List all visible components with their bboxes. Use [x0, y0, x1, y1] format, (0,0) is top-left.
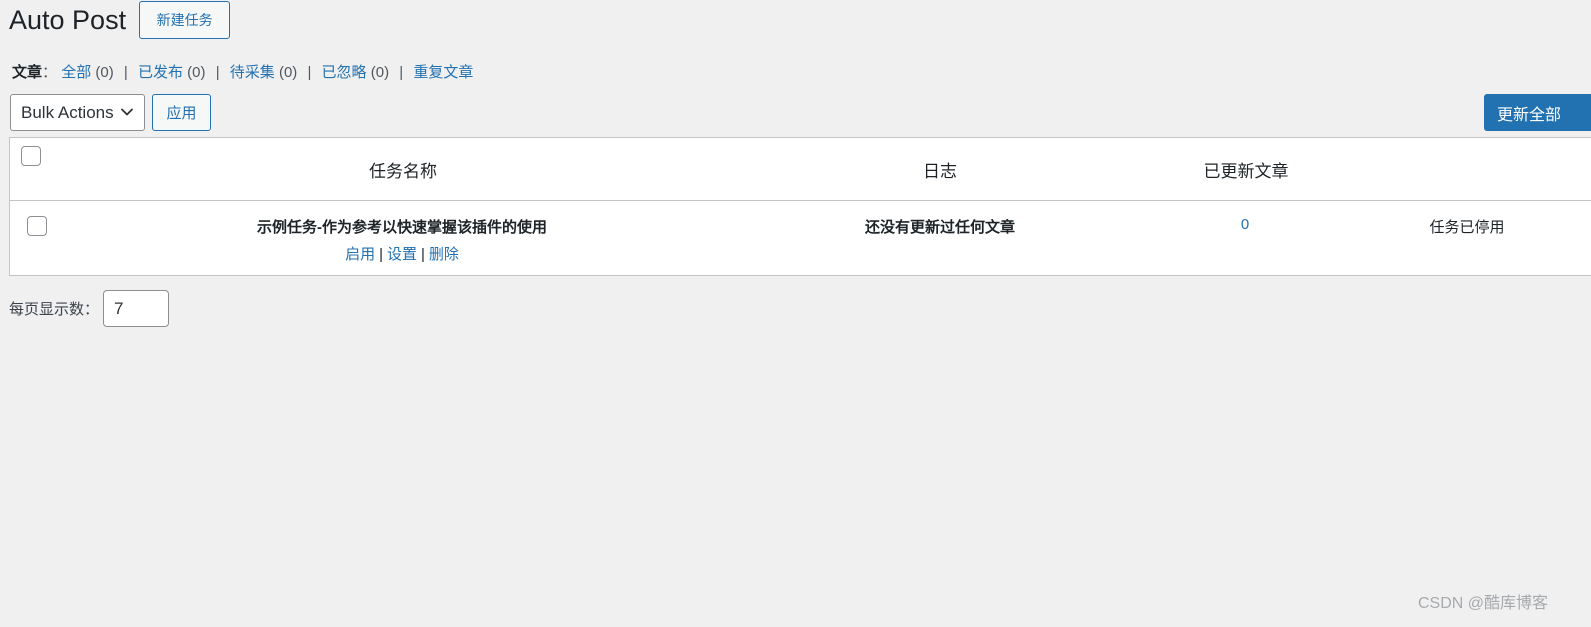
filter-separator: | — [215, 64, 220, 81]
column-header-log: 日志 — [923, 162, 957, 181]
task-status: 任务已停用 — [1429, 219, 1505, 236]
per-page-label: 每页显示数： — [9, 301, 100, 318]
row-checkbox[interactable] — [27, 216, 47, 236]
delete-link[interactable]: 删除 — [429, 246, 459, 263]
filter-published-link[interactable]: 已发布 — [138, 64, 183, 81]
page-header: Auto Post 新建任务 — [9, 1, 231, 39]
filter-separator: | — [399, 64, 404, 81]
filter-published-count: (0) — [187, 64, 206, 81]
filter-all-link[interactable]: 全部 — [61, 64, 91, 81]
filter-all-count: (0) — [95, 64, 114, 81]
action-separator: | — [421, 246, 425, 263]
chevron-down-icon — [121, 108, 133, 116]
filters-label: 文章 — [12, 64, 43, 81]
auto-post-page: Auto Post 新建任务 文章： 全部 (0) | 已发布 (0) | 待采… — [0, 0, 1591, 627]
column-header-task-name: 任务名称 — [369, 162, 437, 181]
post-status-filters: 文章： 全部 (0) | 已发布 (0) | 待采集 (0) | 已忽略 (0)… — [12, 62, 473, 84]
per-page-input[interactable]: 7 — [103, 290, 170, 327]
filters-colon: ： — [42, 64, 58, 81]
filter-pending-count: (0) — [278, 64, 298, 81]
watermark: CSDN @酷库博客 — [1418, 595, 1549, 612]
filter-ignored-count: (0) — [370, 64, 390, 81]
page-title: Auto Post — [9, 5, 127, 35]
filter-separator: | — [307, 64, 312, 81]
filter-ignored-link[interactable]: 已忽略 — [322, 64, 367, 81]
filter-pending-link[interactable]: 待采集 — [230, 64, 275, 81]
select-all-checkbox[interactable] — [21, 146, 41, 166]
apply-button[interactable]: 应用 — [152, 94, 211, 131]
bulk-actions-select[interactable]: Bulk Actions — [10, 94, 145, 131]
column-header-updated-posts: 已更新文章 — [1203, 162, 1289, 181]
enable-link[interactable]: 启用 — [345, 246, 375, 263]
task-name: 示例任务-作为参考以快速掌握该插件的使用 — [257, 219, 547, 236]
settings-link[interactable]: 设置 — [387, 246, 417, 263]
log-text: 还没有更新过任何文章 — [864, 219, 1016, 236]
row-actions: 启用 | 设置 | 删除 — [345, 243, 459, 264]
tasks-table: 任务名称 日志 已更新文章 示例任务-作为参考以快速掌握该插件的使用 启用 | 设置… — [9, 137, 1591, 276]
action-separator: | — [379, 246, 383, 263]
table-header-row: 任务名称 日志 已更新文章 — [10, 138, 1591, 201]
filter-duplicate-link[interactable]: 重复文章 — [413, 64, 473, 81]
bulk-actions-value: Bulk Actions — [21, 102, 114, 122]
update-all-button[interactable]: 更新全部 — [1484, 94, 1591, 131]
updated-posts-count[interactable]: 0 — [1241, 216, 1249, 233]
new-task-button[interactable]: 新建任务 — [139, 1, 231, 39]
table-row: 示例任务-作为参考以快速掌握该插件的使用 启用 | 设置 | 删除 还没有更新过任何文章… — [10, 201, 1591, 276]
filter-separator: | — [123, 64, 128, 81]
per-page-control: 每页显示数： 7 — [9, 290, 170, 327]
